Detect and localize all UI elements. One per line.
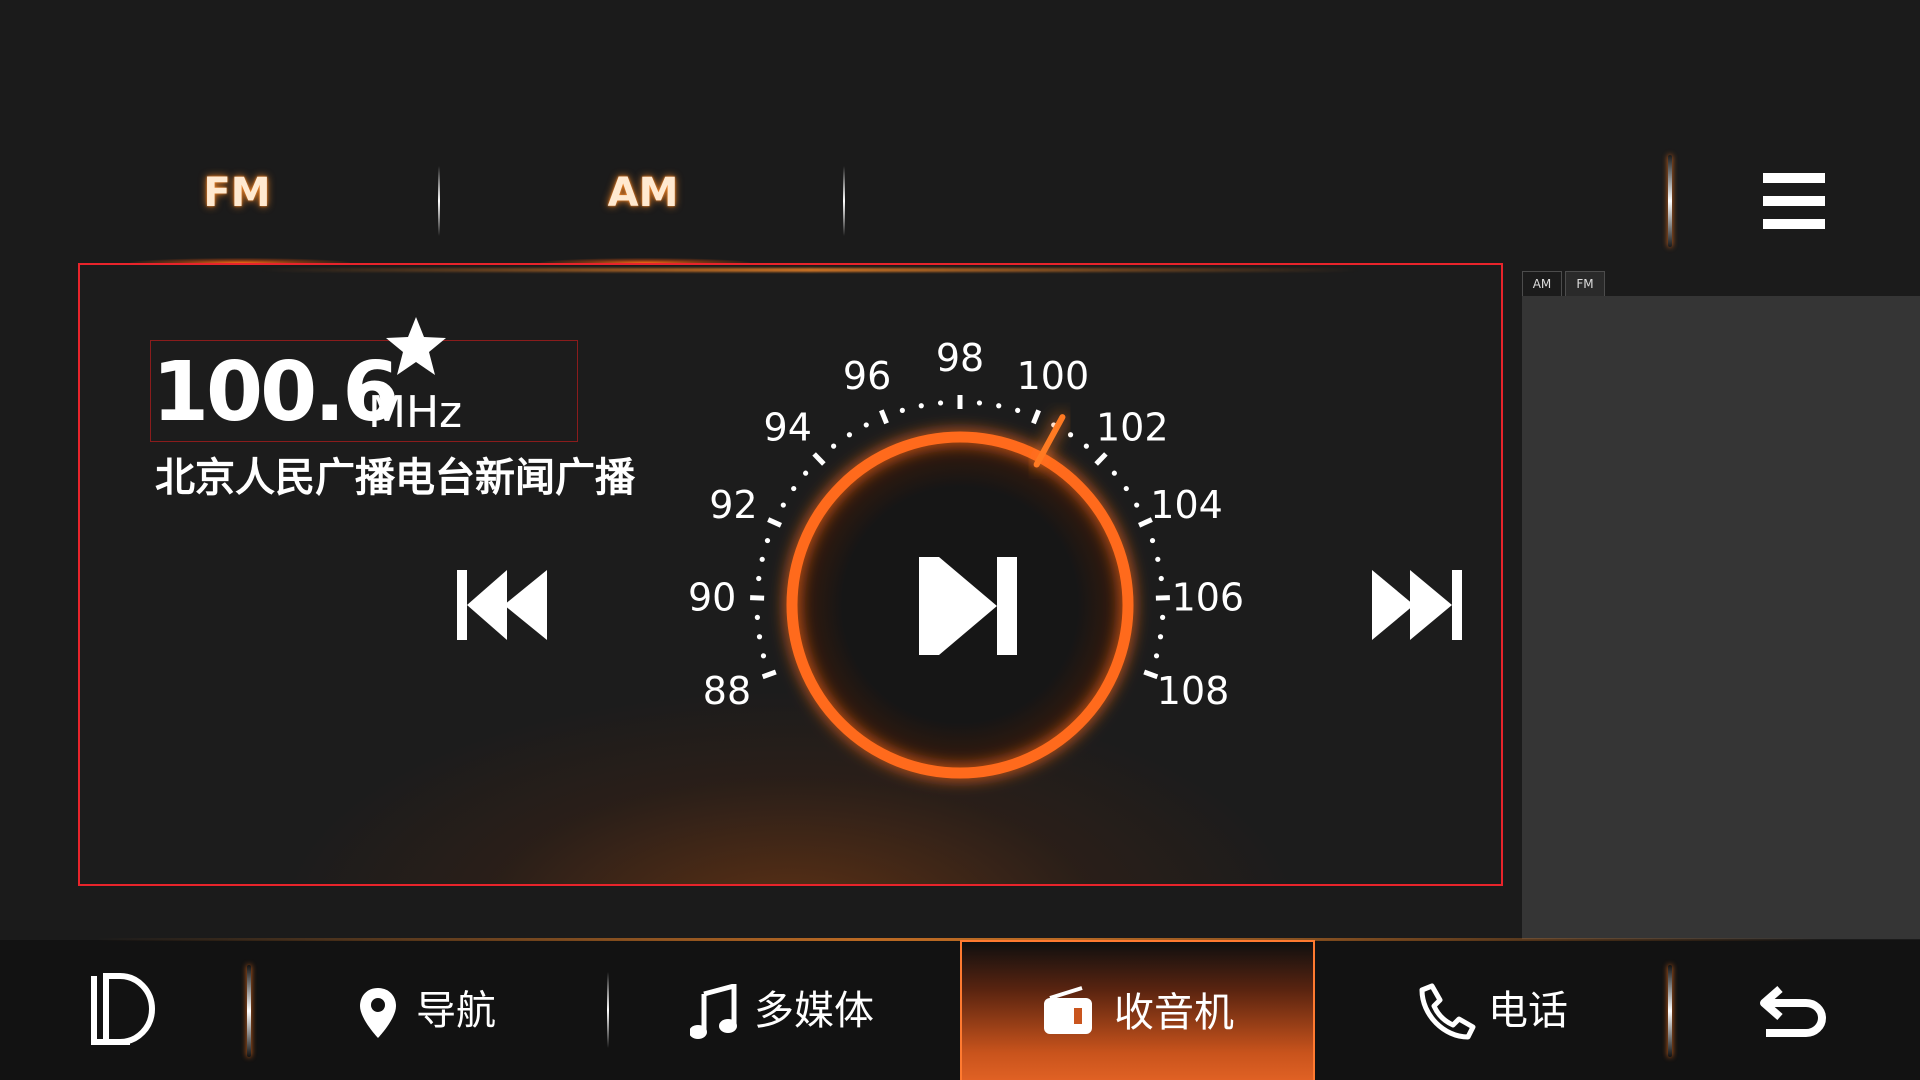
dial-label: 108: [1157, 669, 1230, 713]
dial-minor-tick: [1149, 537, 1156, 544]
hamburger-icon: [1763, 173, 1825, 183]
dial-minor-tick: [1067, 432, 1074, 438]
dial-label: 94: [764, 406, 812, 450]
dial-minor-tick: [759, 556, 765, 562]
dial-minor-tick: [1160, 614, 1166, 620]
panel-glow-line: [260, 268, 1360, 272]
dial-minor-tick: [1153, 653, 1160, 659]
dial-minor-tick: [760, 653, 767, 659]
side-tab-am[interactable]: AM: [1522, 271, 1562, 296]
nav-item-phone[interactable]: 电话: [1400, 940, 1620, 1080]
dial-minor-tick: [803, 470, 809, 476]
nav-label-phone: 电话: [1488, 988, 1568, 1034]
dial-label: 102: [1096, 406, 1169, 450]
music-note-icon: [690, 984, 737, 1039]
next-station-button[interactable]: [1368, 568, 1462, 642]
dial-label: 104: [1150, 483, 1223, 527]
tab-divider: [843, 166, 845, 236]
nav-label-radio: 收音机: [1114, 990, 1234, 1036]
menu-divider: [1668, 155, 1672, 247]
tab-am[interactable]: AM: [543, 170, 743, 216]
nav-item-radio[interactable]: 收音机: [960, 940, 1315, 1080]
map-pin-icon: [360, 988, 396, 1038]
dial-major-tick: [1031, 409, 1041, 425]
dial-major-tick: [1143, 669, 1159, 680]
station-list-panel[interactable]: [1522, 296, 1920, 939]
radio-icon: [1044, 986, 1092, 1034]
dial-minor-tick: [780, 502, 786, 508]
dial-minor-tick: [1111, 470, 1117, 476]
dial-minor-tick: [846, 432, 853, 438]
dial-label: 106: [1172, 575, 1245, 619]
nav-item-media[interactable]: 多媒体: [660, 940, 950, 1080]
nav-divider: [1668, 965, 1672, 1057]
dial-minor-tick: [1157, 634, 1164, 640]
dial-minor-tick: [831, 443, 837, 449]
dial-minor-tick: [1123, 485, 1129, 492]
dial-minor-tick: [937, 400, 944, 406]
dial-minor-tick: [1134, 502, 1140, 508]
frequency-value: 100.6: [152, 345, 399, 440]
previous-station-button[interactable]: [457, 568, 551, 642]
dial-minor-tick: [1155, 556, 1161, 562]
side-tab-fm[interactable]: FM: [1565, 271, 1605, 296]
nav-divider: [607, 972, 609, 1048]
hamburger-icon-bar: [1763, 196, 1825, 206]
dial-label: 90: [688, 575, 736, 619]
tuning-dial[interactable]: 88 90 9294 96 98 100102 104 106 108: [640, 330, 1280, 810]
dial-minor-tick: [976, 400, 983, 406]
dial-label: 100: [1017, 354, 1090, 398]
dial-minor-tick: [996, 403, 1002, 409]
dial-minor-tick: [1083, 443, 1089, 449]
home-button[interactable]: [90, 972, 160, 1048]
nav-label-media: 多媒体: [754, 988, 874, 1034]
nav-divider: [247, 965, 251, 1057]
dial-minor-tick: [899, 407, 905, 413]
nav-item-navigation[interactable]: 导航: [330, 940, 570, 1080]
dial-minor-tick: [1015, 407, 1021, 413]
brand-logo-icon: [91, 973, 155, 1045]
dial-major-tick: [1094, 452, 1108, 466]
dial-major-tick: [767, 517, 782, 528]
favorite-star-icon[interactable]: [384, 315, 448, 377]
back-arrow-icon: [1760, 985, 1826, 1037]
dial-label: 98: [936, 336, 984, 380]
station-name: 北京人民广播电台新闻广播: [155, 455, 635, 501]
back-button[interactable]: [1758, 983, 1828, 1037]
tab-fm[interactable]: FM: [137, 170, 337, 216]
dial-minor-tick: [764, 537, 771, 544]
skip-back-icon: [457, 570, 547, 640]
dial-major-tick: [761, 669, 777, 680]
dial-label: 92: [709, 483, 757, 527]
dial-minor-tick: [918, 403, 924, 409]
dial-minor-tick: [1158, 575, 1164, 582]
dial-minor-tick: [756, 575, 762, 582]
dial-label: 88: [703, 669, 751, 713]
menu-button[interactable]: [1763, 173, 1825, 229]
dial-minor-tick: [754, 614, 760, 620]
tab-divider: [438, 166, 440, 236]
hamburger-icon-bar: [1763, 219, 1825, 229]
dial-major-tick: [812, 452, 826, 466]
dial-minor-tick: [863, 422, 869, 428]
dial-major-tick: [879, 409, 889, 425]
nav-label-navigation: 导航: [416, 988, 496, 1034]
dial-minor-tick: [756, 634, 763, 640]
dial-label: 96: [843, 354, 891, 398]
skip-forward-icon: [1372, 570, 1462, 640]
phone-icon: [1419, 983, 1476, 1040]
dial-minor-tick: [791, 485, 797, 492]
frequency-unit: MHz: [368, 387, 463, 438]
